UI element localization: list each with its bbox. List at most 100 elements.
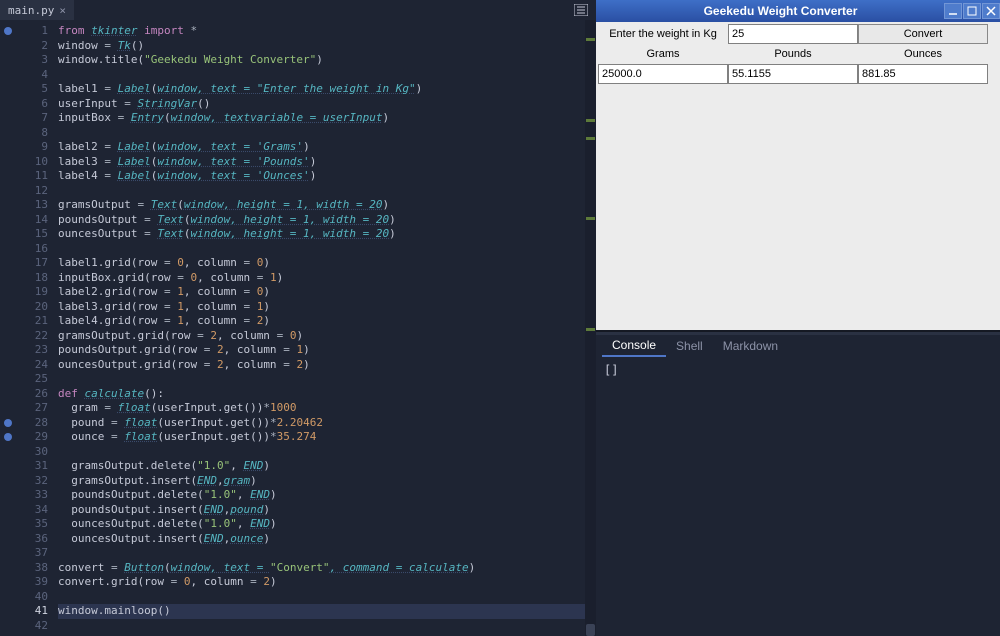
line-number[interactable]: 31 (0, 459, 58, 474)
breakpoint-icon[interactable] (4, 27, 12, 35)
code-area[interactable]: from tkinter import *window = Tk()window… (58, 20, 596, 636)
code-line[interactable]: inputBox.grid(row = 0, column = 1) (58, 271, 596, 286)
code-line[interactable]: inputBox = Entry(window, textvariable = … (58, 111, 596, 126)
line-number[interactable]: 37 (0, 546, 58, 561)
code-line[interactable]: label1 = Label(window, text = "Enter the… (58, 82, 596, 97)
tab-shell[interactable]: Shell (666, 336, 713, 356)
code-line[interactable]: window.mainloop() (58, 604, 596, 619)
line-number[interactable]: 13 (0, 198, 58, 213)
code-line[interactable]: label1.grid(row = 0, column = 0) (58, 256, 596, 271)
line-number[interactable]: 15 (0, 227, 58, 242)
code-line[interactable]: window.title("Geekedu Weight Converter") (58, 53, 596, 68)
tk-output-grams[interactable]: 25000.0 (598, 64, 728, 84)
code-line[interactable]: label2 = Label(window, text = 'Grams') (58, 140, 596, 155)
code-line[interactable]: poundsOutput = Text(window, height = 1, … (58, 213, 596, 228)
line-number[interactable]: 9 (0, 140, 58, 155)
tab-markdown[interactable]: Markdown (713, 336, 788, 356)
code-line[interactable] (58, 372, 596, 387)
code-line[interactable]: pound = float(userInput.get())*2.20462 (58, 416, 596, 431)
line-number[interactable]: 8 (0, 126, 58, 141)
tab-console[interactable]: Console (602, 335, 666, 357)
code-line[interactable]: gramsOutput.insert(END,gram) (58, 474, 596, 489)
line-number[interactable]: 39 (0, 575, 58, 590)
close-icon[interactable]: × (59, 4, 66, 17)
code-line[interactable]: gramsOutput.delete("1.0", END) (58, 459, 596, 474)
line-number[interactable]: 40 (0, 590, 58, 605)
code-line[interactable]: ouncesOutput = Text(window, height = 1, … (58, 227, 596, 242)
code-line[interactable]: label4.grid(row = 1, column = 2) (58, 314, 596, 329)
code-line[interactable]: ouncesOutput.insert(END,ounce) (58, 532, 596, 547)
code-line[interactable]: label2.grid(row = 1, column = 0) (58, 285, 596, 300)
line-number[interactable]: 36 (0, 532, 58, 547)
line-number[interactable]: 1 (0, 24, 58, 39)
code-line[interactable]: ouncesOutput.grid(row = 2, column = 2) (58, 358, 596, 373)
editor-tab-main[interactable]: main.py × (0, 0, 74, 20)
tk-output-pounds[interactable]: 55.1155 (728, 64, 858, 84)
code-line[interactable]: poundsOutput.insert(END,pound) (58, 503, 596, 518)
console-output[interactable]: [] (596, 357, 1000, 636)
scrollbar-thumb[interactable] (586, 624, 595, 636)
minimize-icon[interactable] (944, 3, 962, 19)
code-line[interactable]: poundsOutput.delete("1.0", END) (58, 488, 596, 503)
code-line[interactable]: from tkinter import * (58, 24, 596, 39)
line-number[interactable]: 7 (0, 111, 58, 126)
line-number[interactable]: 35 (0, 517, 58, 532)
tk-titlebar[interactable]: Geekedu Weight Converter (596, 0, 1000, 22)
code-line[interactable]: window = Tk() (58, 39, 596, 54)
line-number[interactable]: 3 (0, 53, 58, 68)
line-number[interactable]: 30 (0, 445, 58, 460)
code-line[interactable] (58, 68, 596, 83)
code-editor[interactable]: 1234567891011121314151617181920212223242… (0, 20, 596, 636)
code-line[interactable]: convert.grid(row = 0, column = 2) (58, 575, 596, 590)
line-number[interactable]: 29 (0, 430, 58, 445)
code-line[interactable]: label3 = Label(window, text = 'Pounds') (58, 155, 596, 170)
line-number[interactable]: 14 (0, 213, 58, 228)
line-number[interactable]: 25 (0, 372, 58, 387)
code-line[interactable] (58, 184, 596, 199)
line-number[interactable]: 41 (0, 604, 58, 619)
code-line[interactable]: def calculate(): (58, 387, 596, 402)
line-number[interactable]: 11 (0, 169, 58, 184)
code-line[interactable]: label4 = Label(window, text = 'Ounces') (58, 169, 596, 184)
tk-convert-button[interactable]: Convert (858, 24, 988, 44)
line-number[interactable]: 33 (0, 488, 58, 503)
line-number[interactable]: 4 (0, 68, 58, 83)
code-line[interactable]: ouncesOutput.delete("1.0", END) (58, 517, 596, 532)
code-line[interactable] (58, 445, 596, 460)
line-number[interactable]: 6 (0, 97, 58, 112)
tk-input-kg[interactable]: 25 (728, 24, 858, 44)
code-line[interactable]: ounce = float(userInput.get())*35.274 (58, 430, 596, 445)
line-number[interactable]: 38 (0, 561, 58, 576)
line-number[interactable]: 27 (0, 401, 58, 416)
line-number[interactable]: 28 (0, 416, 58, 431)
close-window-icon[interactable] (982, 3, 1000, 19)
code-line[interactable]: label3.grid(row = 1, column = 1) (58, 300, 596, 315)
line-number[interactable]: 26 (0, 387, 58, 402)
panel-menu-icon[interactable] (572, 3, 590, 17)
line-number[interactable]: 22 (0, 329, 58, 344)
line-number[interactable]: 10 (0, 155, 58, 170)
code-line[interactable]: gramsOutput.grid(row = 2, column = 0) (58, 329, 596, 344)
line-number[interactable]: 12 (0, 184, 58, 199)
breakpoint-icon[interactable] (4, 419, 12, 427)
code-line[interactable] (58, 126, 596, 141)
line-number[interactable]: 32 (0, 474, 58, 489)
line-number[interactable]: 2 (0, 39, 58, 54)
code-line[interactable] (58, 242, 596, 257)
code-line[interactable] (58, 619, 596, 634)
breakpoint-icon[interactable] (4, 433, 12, 441)
line-number[interactable]: 23 (0, 343, 58, 358)
tk-output-ounces[interactable]: 881.85 (858, 64, 988, 84)
line-number[interactable]: 21 (0, 314, 58, 329)
line-number[interactable]: 42 (0, 619, 58, 634)
code-line[interactable]: poundsOutput.grid(row = 2, column = 1) (58, 343, 596, 358)
line-number[interactable]: 5 (0, 82, 58, 97)
code-line[interactable]: convert = Button(window, text = "Convert… (58, 561, 596, 576)
code-line[interactable]: gram = float(userInput.get())*1000 (58, 401, 596, 416)
line-number[interactable]: 20 (0, 300, 58, 315)
code-line[interactable]: gramsOutput = Text(window, height = 1, w… (58, 198, 596, 213)
line-number[interactable]: 18 (0, 271, 58, 286)
line-number[interactable]: 17 (0, 256, 58, 271)
code-line[interactable] (58, 590, 596, 605)
line-number[interactable]: 34 (0, 503, 58, 518)
